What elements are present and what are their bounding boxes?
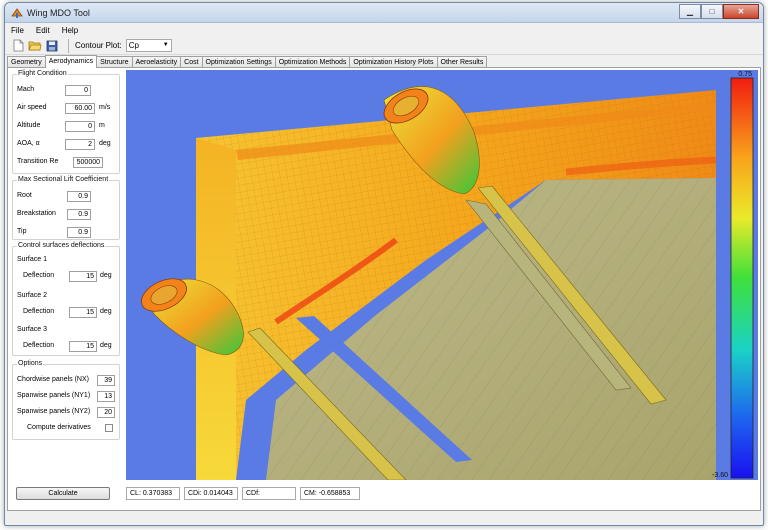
root-row: Root 0.9 xyxy=(13,191,119,202)
root-label: Root xyxy=(17,192,32,199)
altitude-row: Altitude 0 m xyxy=(13,121,119,132)
group-title: Flight Condition xyxy=(17,70,68,77)
surface-1-heading: Surface 1 xyxy=(13,255,119,266)
cl-field: CL: 0.370383 xyxy=(126,487,180,500)
surface-3-label: Surface 3 xyxy=(17,326,47,333)
deflection-label: Deflection xyxy=(23,342,55,349)
tip-row: Tip 0.9 xyxy=(13,227,119,238)
contour-plot-value: Cp xyxy=(128,41,139,50)
derivatives-row: Compute derivatives xyxy=(13,423,119,434)
parameters-panel: Flight Condition Mach 0 Air speed 60.00 … xyxy=(12,70,122,508)
options-group: Options Chordwise panels (NX) 39 Spanwis… xyxy=(12,360,120,440)
deflection-unit: deg xyxy=(100,342,112,349)
root-input[interactable]: 0.9 xyxy=(67,191,91,202)
contour-plot-select[interactable]: Cp ▼ xyxy=(125,39,172,52)
ny2-label: Spanwise panels (NY2) xyxy=(17,408,91,415)
cdf-field: CDf: xyxy=(242,487,296,500)
tip-input[interactable]: 0.9 xyxy=(67,227,91,238)
breakstation-row: Breakstation 0.9 xyxy=(13,209,119,220)
contour-plot-label: Contour Plot: xyxy=(75,41,122,50)
surface-2-heading: Surface 2 xyxy=(13,291,119,302)
colorbar-max-label: 0.75 xyxy=(738,71,752,78)
surface-2-row: Deflection 15 deg xyxy=(13,307,119,318)
close-button[interactable]: ✕ xyxy=(723,4,759,19)
transition-input[interactable]: 500000 xyxy=(73,157,103,168)
deflection-unit: deg xyxy=(100,272,112,279)
wing-render: 0.75 -3.60 xyxy=(141,71,754,480)
surface-2-deflection-input[interactable]: 15 xyxy=(69,307,97,318)
flight-condition-group: Flight Condition Mach 0 Air speed 60.00 … xyxy=(12,70,120,174)
save-icon[interactable] xyxy=(45,39,59,53)
ny1-label: Spanwise panels (NY1) xyxy=(17,392,91,399)
ny2-input[interactable]: 20 xyxy=(97,407,115,418)
surface-2-label: Surface 2 xyxy=(17,292,47,299)
aoa-input[interactable]: 2 xyxy=(65,139,95,150)
menu-help[interactable]: Help xyxy=(62,26,78,35)
transition-row: Transition Re 500000 xyxy=(13,157,119,168)
minimize-button[interactable]: ▁ xyxy=(679,4,701,19)
airspeed-label: Air speed xyxy=(17,104,47,111)
group-title: Options xyxy=(17,360,44,367)
tab-content: Flight Condition Mach 0 Air speed 60.00 … xyxy=(7,67,761,511)
tab-aerodynamics[interactable]: Aerodynamics xyxy=(44,55,98,68)
breakstation-input[interactable]: 0.9 xyxy=(67,209,91,220)
window-title: Wing MDO Tool xyxy=(27,8,90,18)
surface-1-label: Surface 1 xyxy=(17,256,47,263)
cdi-field: CDi: 0.014043 xyxy=(184,487,238,500)
cm-field: CM: -0.658853 xyxy=(300,487,360,500)
mach-input[interactable]: 0 xyxy=(65,85,91,96)
app-window: Wing MDO Tool ▁ □ ✕ File Edit Help Conto… xyxy=(4,2,764,526)
aoa-label: AOA, α xyxy=(17,140,40,147)
surface-1-deflection-input[interactable]: 15 xyxy=(69,271,97,282)
calculate-button[interactable]: Calculate xyxy=(16,487,110,500)
nx-input[interactable]: 39 xyxy=(97,375,115,386)
nx-label: Chordwise panels (NX) xyxy=(17,376,89,383)
airspeed-unit: m/s xyxy=(99,104,111,111)
max-lift-group: Max Sectional Lift Coefficient Root 0.9 … xyxy=(12,176,120,240)
transition-label: Transition Re xyxy=(17,158,59,165)
aoa-row: AOA, α 2 deg xyxy=(13,139,119,150)
group-title: Control surfaces deflections xyxy=(17,242,106,249)
contour-plot-viewport[interactable]: 0.75 -3.60 xyxy=(126,70,758,480)
menu-bar: File Edit Help xyxy=(5,23,763,37)
toolbar-separator xyxy=(68,38,69,53)
new-file-icon[interactable] xyxy=(11,39,25,53)
altitude-input[interactable]: 0 xyxy=(65,121,95,132)
deflection-unit: deg xyxy=(100,308,112,315)
toolbar: Contour Plot: Cp ▼ xyxy=(5,37,763,55)
ny1-row: Spanwise panels (NY1) 13 xyxy=(13,391,119,402)
results-bar: Calculate CL: 0.370383 CDi: 0.014043 CDf… xyxy=(8,484,762,508)
menu-file[interactable]: File xyxy=(11,26,24,35)
surface-3-heading: Surface 3 xyxy=(13,325,119,336)
open-folder-icon[interactable] xyxy=(28,39,42,53)
mach-row: Mach 0 xyxy=(13,85,119,96)
airspeed-input[interactable]: 60.00 xyxy=(65,103,95,114)
group-title: Max Sectional Lift Coefficient xyxy=(17,176,110,183)
ny2-row: Spanwise panels (NY2) 20 xyxy=(13,407,119,418)
surface-3-deflection-input[interactable]: 15 xyxy=(69,341,97,352)
nx-row: Chordwise panels (NX) 39 xyxy=(13,375,119,386)
airspeed-row: Air speed 60.00 m/s xyxy=(13,103,119,114)
colorbar xyxy=(730,77,754,479)
deflection-label: Deflection xyxy=(23,308,55,315)
altitude-label: Altitude xyxy=(17,122,41,129)
altitude-unit: m xyxy=(99,122,105,129)
control-surfaces-group: Control surfaces deflections Surface 1 D… xyxy=(12,242,120,356)
chevron-down-icon: ▼ xyxy=(162,42,169,48)
title-bar: Wing MDO Tool ▁ □ ✕ xyxy=(5,3,763,23)
tip-label: Tip xyxy=(17,228,27,235)
deflection-label: Deflection xyxy=(23,272,55,279)
ny1-input[interactable]: 13 xyxy=(97,391,115,402)
derivatives-label: Compute derivatives xyxy=(27,424,91,431)
aoa-unit: deg xyxy=(99,140,111,147)
menu-edit[interactable]: Edit xyxy=(36,26,50,35)
app-icon xyxy=(11,8,23,18)
breakstation-label: Breakstation xyxy=(17,210,56,217)
colorbar-min-label: -3.60 xyxy=(712,472,728,479)
mach-label: Mach xyxy=(17,86,35,93)
surface-1-row: Deflection 15 deg xyxy=(13,271,119,282)
compute-derivatives-checkbox[interactable] xyxy=(105,424,113,432)
maximize-button[interactable]: □ xyxy=(701,4,723,19)
surface-3-row: Deflection 15 deg xyxy=(13,341,119,352)
